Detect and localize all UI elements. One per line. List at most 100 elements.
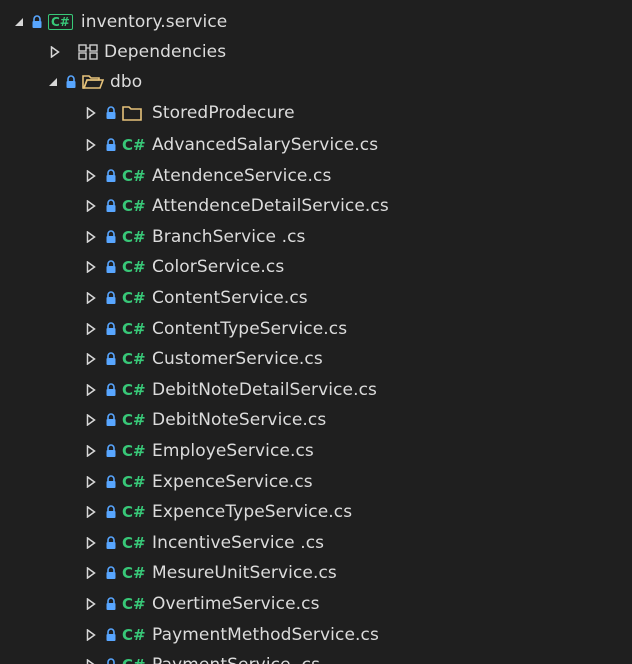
chevron-collapsed-icon[interactable] [84,230,98,243]
chevron-collapsed-icon[interactable] [84,445,98,457]
tree-item-file[interactable]: C# ContentService.cs [0,283,632,313]
tree-item-label: DebitNoteDetailService.cs [152,379,377,400]
lock-icon [104,228,118,246]
chevron-collapsed-icon[interactable] [84,567,98,580]
chevron-collapsed-icon[interactable] [84,536,98,549]
csharp-file-icon: C# [122,625,146,644]
lock-icon [104,104,118,122]
chevron-expanded-icon[interactable] [12,17,26,27]
csharp-file-icon: C# [122,472,146,491]
csharp-file-icon: C# [122,503,146,522]
tree-item-file[interactable]: C# PaymentService .cs [0,650,632,664]
chevron-collapsed-icon[interactable] [84,261,98,274]
tree-item-label: Dependencies [104,42,227,62]
chevron-collapsed-icon[interactable] [84,200,98,213]
tree-item-dependencies[interactable]: Dependencies [0,37,632,67]
solution-explorer-tree: C# inventory.service Dependencies dbo St… [0,0,632,664]
tree-item-label: AtendenceService.cs [152,165,332,186]
csharp-file-icon: C# [122,197,146,216]
tree-item-file[interactable]: C# ContentTypeService.cs [0,314,632,344]
chevron-collapsed-icon[interactable] [84,322,98,335]
csharp-file-icon: C# [122,656,148,664]
tree-item-file[interactable]: C# EmployeService.cs [0,436,632,466]
chevron-collapsed-icon[interactable] [84,506,98,519]
chevron-collapsed-icon[interactable] [84,475,98,488]
tree-item-label: BranchService .cs [152,226,306,247]
tree-item-label: IncentiveService .cs [152,532,325,553]
chevron-collapsed-icon[interactable] [84,598,98,610]
lock-icon [104,197,118,215]
chevron-collapsed-icon[interactable] [84,139,98,151]
tree-item-label: OvertimeService.cs [152,594,320,614]
tree-item-file[interactable]: C# AttendenceDetailService.cs [0,191,632,221]
lock-icon [104,320,118,338]
lock-icon [104,534,118,552]
tree-item-label: inventory.service [80,12,228,32]
lock-icon [104,136,118,154]
tree-item-file[interactable]: C# IncentiveService .cs [0,528,632,558]
tree-item-stored-procedure[interactable]: StoredProdecure [0,98,632,128]
tree-item-file[interactable]: C# AdvancedSalaryService.cs [0,130,632,160]
tree-item-inventory-service[interactable]: C# inventory.service [0,7,632,37]
tree-item-file[interactable]: C# ExpenceService.cs [0,467,632,497]
folder-open-icon [82,74,104,90]
csharp-file-icon: C# [122,533,146,552]
tree-item-label: dbo [110,72,143,92]
csharp-file-icon: C# [122,289,146,307]
lock-icon [104,381,118,399]
tree-item-file[interactable]: C# AtendenceService.cs [0,161,632,191]
tree-item-file[interactable]: C# ColorService.cs [0,252,632,282]
tree-item-label: MesureUnitService.cs [152,563,337,584]
tree-item-dbo[interactable]: dbo [0,67,632,97]
tree-item-file[interactable]: C# DebitNoteDetailService.cs [0,375,632,405]
tree-item-label: ContentService.cs [152,288,308,308]
csharp-file-icon: C# [122,319,146,338]
tree-item-label: StoredProdecure [152,103,295,123]
lock-icon [104,442,118,460]
tree-item-label: AttendenceDetailService.cs [152,196,389,217]
csharp-file-icon: C# [122,595,146,613]
chevron-collapsed-icon[interactable] [84,107,98,119]
tree-item-label: EmployeService.cs [152,441,314,461]
chevron-collapsed-icon[interactable] [84,414,98,427]
tree-item-label: CustomerService.cs [152,349,323,370]
chevron-expanded-icon[interactable] [46,77,60,87]
csharp-file-icon: C# [122,564,146,583]
lock-icon [104,473,118,491]
chevron-collapsed-icon[interactable] [84,383,98,396]
csharp-file-icon: C# [122,227,146,246]
tree-item-label: PaymentService .cs [152,655,320,664]
csharp-file-icon: C# [122,350,146,369]
csharp-file-icon: C# [122,411,146,430]
chevron-collapsed-icon[interactable] [48,46,62,58]
lock-icon [104,258,118,276]
tree-item-label: ContentTypeService.cs [152,318,348,339]
tree-item-label: DebitNoteService.cs [152,410,327,431]
lock-icon [104,595,118,613]
lock-icon [104,167,118,185]
chevron-collapsed-icon[interactable] [84,628,98,641]
tree-item-file[interactable]: C# MesureUnitService.cs [0,558,632,588]
lock-icon [104,564,118,582]
chevron-collapsed-icon[interactable] [84,353,98,366]
tree-item-file[interactable]: C# ExpenceTypeService.cs [0,497,632,527]
tree-item-file[interactable]: C# BranchService .cs [0,222,632,252]
tree-item-label: ExpenceTypeService.cs [152,502,353,523]
dependencies-icon [78,44,98,60]
csharp-file-icon: C# [122,166,146,185]
chevron-collapsed-icon[interactable] [84,169,98,182]
folder-icon [122,105,142,121]
tree-item-file[interactable]: C# OvertimeService.cs [0,589,632,619]
csharp-file-icon: C# [122,442,146,460]
tree-item-label: AdvancedSalaryService.cs [152,135,379,155]
csharp-project-icon: C# [48,14,73,30]
tree-item-label: ExpenceService.cs [152,471,313,492]
csharp-file-icon: C# [122,136,146,154]
chevron-collapsed-icon[interactable] [84,659,98,664]
lock-icon [104,626,118,644]
tree-item-file[interactable]: C# DebitNoteService.cs [0,405,632,435]
tree-item-file[interactable]: C# CustomerService.cs [0,344,632,374]
tree-item-label: PaymentMethodService.cs [152,624,379,645]
chevron-collapsed-icon[interactable] [84,292,98,304]
tree-item-file[interactable]: C# PaymentMethodService.cs [0,620,632,650]
